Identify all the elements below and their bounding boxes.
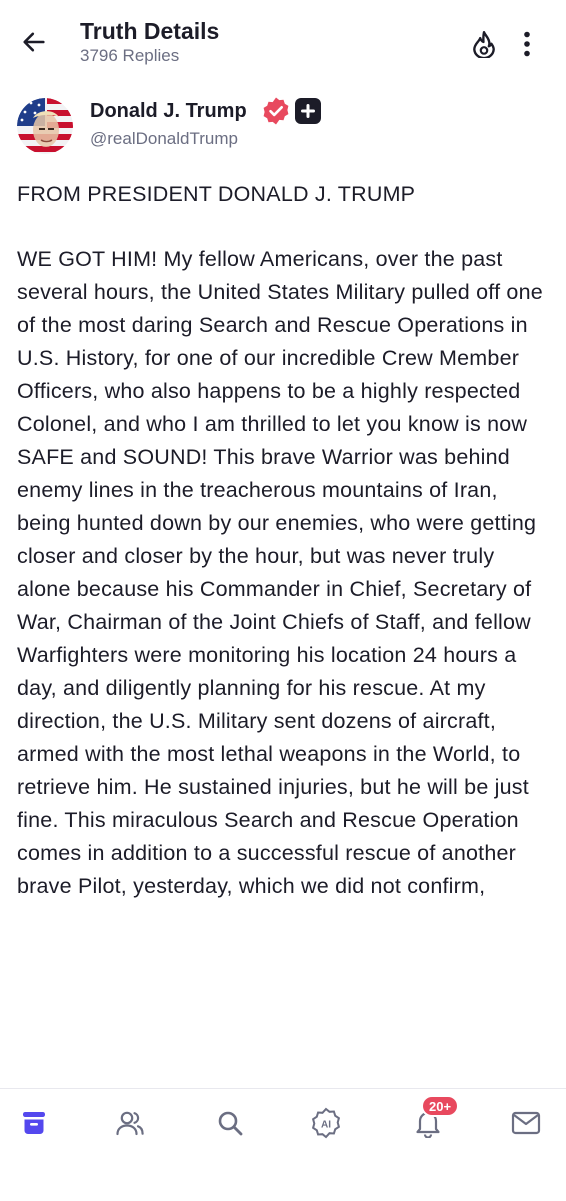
plus-badge-icon [295, 98, 321, 124]
back-arrow-icon [23, 32, 45, 52]
verified-badge-icon [263, 97, 289, 125]
tab-messages[interactable] [506, 1103, 546, 1143]
home-icon [23, 1112, 45, 1134]
search-icon [218, 1111, 243, 1136]
hot-button[interactable] [466, 26, 502, 62]
replies-count: 3796 Replies [80, 46, 180, 65]
notification-badge: 20+ [421, 1095, 460, 1117]
post-heading: FROM PRESIDENT DONALD J. TRUMP [17, 182, 416, 206]
more-vertical-icon [524, 31, 530, 57]
bottom-tab-bar: AI 20+ [0, 1088, 566, 1201]
page-title: Truth Details [80, 18, 220, 44]
tab-ai[interactable]: AI [306, 1103, 346, 1143]
people-icon [116, 1111, 144, 1136]
flame-icon [473, 30, 495, 58]
messages-icon [511, 1111, 541, 1135]
tab-people[interactable] [110, 1103, 150, 1143]
tab-search[interactable] [210, 1103, 250, 1143]
author-handle[interactable]: @realDonaldTrump [90, 129, 238, 149]
svg-text:AI: AI [321, 1120, 331, 1131]
avatar[interactable] [17, 98, 73, 154]
top-bar: Truth Details 3796 Replies [0, 0, 566, 80]
author-row: Donald J. Trump @realDonaldTrump [0, 96, 566, 160]
author-name[interactable]: Donald J. Trump [90, 100, 247, 123]
post-body: WE GOT HIM! My fellow Americans, over th… [17, 247, 543, 898]
tab-home[interactable] [14, 1103, 54, 1143]
ai-icon: AI [311, 1107, 341, 1139]
more-options-button[interactable] [512, 26, 542, 62]
back-button[interactable] [16, 24, 52, 60]
content-fade [0, 1066, 566, 1090]
